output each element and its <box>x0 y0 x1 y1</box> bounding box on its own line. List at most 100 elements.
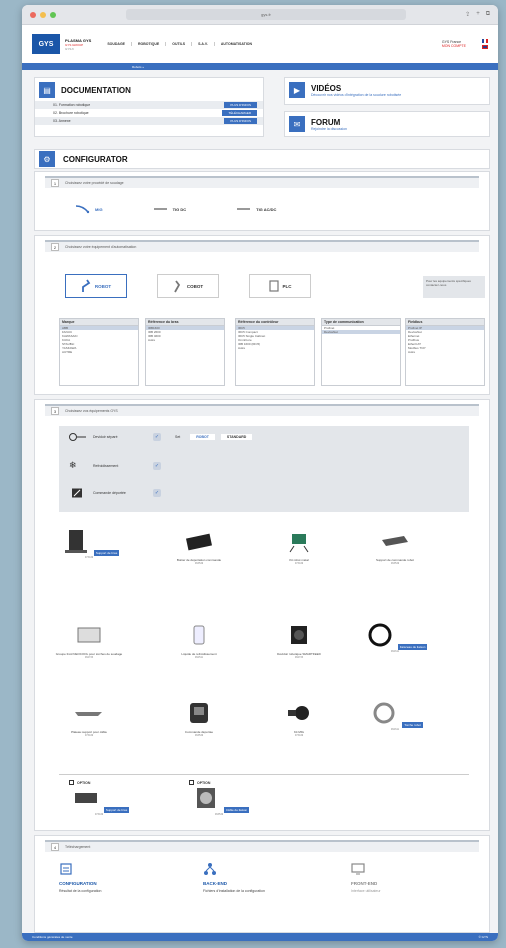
option-plc-button[interactable]: PLC <box>249 274 311 298</box>
process-label: TIG AC/DC <box>256 206 277 212</box>
download-title: CONFIGURATION <box>59 881 97 886</box>
chat-icon: ✉ <box>289 116 305 132</box>
kit-icon <box>289 534 309 553</box>
minimize-window-button[interactable] <box>40 11 46 18</box>
step4-bar: 4 Téléchargement <box>45 840 479 852</box>
uk-flag-icon[interactable] <box>482 45 488 49</box>
account-link[interactable]: MON COMPTE <box>442 44 466 48</box>
product-card[interactable]: Liquide de refroidissement 062511 <box>159 622 239 659</box>
download-back-end[interactable]: BACK-END Fichiers d'installation de la c… <box>203 862 333 893</box>
product-card[interactable]: Groupe froid NEOCOOL pour torches de sou… <box>49 622 129 659</box>
footer-link[interactable]: Conditions générales de vente <box>32 935 73 939</box>
plc-icon <box>268 280 279 292</box>
documentation-header: ▤ DOCUMENTATION <box>35 78 263 101</box>
listbox-header: Référence du contrôleur <box>236 319 314 326</box>
nav-item[interactable]: AUTOMATISATION <box>221 42 258 46</box>
step-number: 3 <box>51 407 59 415</box>
product-card[interactable]: Torche robot 062611 <box>355 700 435 731</box>
option-cobot-button[interactable]: COBOT <box>157 274 219 298</box>
tray-icon <box>75 712 102 716</box>
doc-action-button[interactable]: TÉLÉCHARGER <box>222 110 257 116</box>
maximize-window-button[interactable] <box>50 11 56 18</box>
doc-action-button[interactable]: PLUS D'INFOS <box>224 102 257 108</box>
download-desc: Résultat de la configuration <box>59 889 102 893</box>
option-label: Devidoir séparé <box>93 435 118 439</box>
communication-listbox[interactable]: Type de communication Profinet DeviceNet <box>321 318 401 386</box>
doc-row: 02. Brochure robotique TÉLÉCHARGER <box>35 109 263 117</box>
nav-item[interactable]: SOUDAGE <box>107 42 133 46</box>
nav-item[interactable]: OUTILS <box>172 42 193 46</box>
product-selected-label[interactable]: Torche robot <box>402 722 423 728</box>
product-card[interactable]: Support de commande robot 063549 <box>355 528 435 565</box>
listbox-header: Marque <box>60 319 138 326</box>
brand-listbox[interactable]: Marque ABB FANUC KAWASAKI KUKA STAUBLI Y… <box>59 318 139 386</box>
videos-link[interactable]: Découvrir nos vidéos d'intégration de la… <box>311 93 401 97</box>
download-front-end[interactable]: FRONT-END Interface utilisateur <box>351 862 481 893</box>
process-mig-button[interactable]: MIG <box>75 204 103 214</box>
product-card[interactable]: Boitier de déportation commande 063549 <box>159 528 239 565</box>
list-item[interactable]: Autre <box>406 350 484 354</box>
tabs-icon[interactable]: ⧉ <box>486 11 490 18</box>
documentation-title: DOCUMENTATION <box>61 85 131 95</box>
arm-listbox[interactable]: Référence du bras IRB1600 IRB 2600 IRB 4… <box>145 318 225 386</box>
share-icon[interactable]: ⇪ <box>465 11 470 18</box>
step3-panel: 3 Choisissez vos équipements GYS Devidoi… <box>34 399 490 831</box>
list-item[interactable]: DeviceNet <box>322 330 400 334</box>
divider <box>59 774 469 775</box>
fieldbus-listbox[interactable]: Fieldbus Profinet IP DeviceNet Ethernet … <box>405 318 485 386</box>
option-card[interactable]: OPTION Câble de liaison 063549 <box>169 780 269 816</box>
gys-logo[interactable]: GYS <box>32 34 60 54</box>
option-row: Devidoir séparé ✓ Set ROBOT STANDARD <box>69 432 469 442</box>
download-desc: Fichiers d'installation de la configurat… <box>203 889 265 893</box>
document-icon: ▤ <box>39 82 55 98</box>
product-card[interactable]: Faisceau de liaison 062611 <box>355 622 435 653</box>
product-selected-label[interactable]: Support de bras <box>103 807 130 813</box>
option-robot-button[interactable]: ROBOT <box>65 274 127 298</box>
product-ref: 062511 <box>194 656 204 659</box>
product-selected-label[interactable]: Faisceau de liaison <box>397 644 428 650</box>
nav-item[interactable]: S.A.V. <box>198 42 215 46</box>
download-configuration[interactable]: CONFIGURATION Résultat de la configurati… <box>59 862 189 893</box>
option-toggle[interactable]: ✓ <box>153 461 161 470</box>
documentation-card: ▤ DOCUMENTATION 01. Formation robotique P… <box>34 77 264 137</box>
address-bar[interactable]: gys.fr <box>126 9 406 20</box>
step-label: Téléchargement <box>65 845 91 849</box>
option-toggle[interactable]: ✓ <box>153 489 161 497</box>
mig-torch-icon <box>75 205 90 214</box>
close-window-button[interactable] <box>30 11 36 18</box>
option-toggle[interactable]: ✓ <box>153 433 161 441</box>
option-card[interactable]: OPTION Support de bras 073449 <box>49 780 149 816</box>
step-number: 1 <box>51 179 59 187</box>
list-item[interactable]: Autre <box>146 338 224 342</box>
product-card[interactable]: Support de bras 073449 <box>49 528 129 559</box>
breadcrumb[interactable]: Robots » <box>132 65 144 69</box>
nav-item[interactable]: ROBOTIQUE <box>138 42 167 46</box>
new-tab-icon[interactable]: + <box>476 11 480 18</box>
doc-action-button[interactable]: PLUS D'INFOS <box>224 118 257 124</box>
controller-listbox[interactable]: Référence du contrôleur IRC5 IRC5 Compac… <box>235 318 315 386</box>
fr-flag-icon[interactable] <box>482 39 488 43</box>
process-tig-acdc-button[interactable]: TIG AC/DC <box>236 204 276 214</box>
liquid-icon <box>193 625 205 645</box>
process-tig-dc-button[interactable]: TIG DC <box>153 204 186 214</box>
product-card[interactable]: Plateau support pour câble 073449 <box>49 700 129 737</box>
product-card[interactable]: Dévidoir robotique SMARTFEED 062733 <box>259 622 339 659</box>
brand-line3: GYS.fr <box>65 46 75 51</box>
product-card[interactable]: Kit MIG 073449 <box>259 700 339 737</box>
set-standard-button[interactable]: STANDARD <box>220 434 253 440</box>
set-robot-button[interactable]: ROBOT <box>190 434 215 440</box>
forum-link[interactable]: Rejoindre la discussion <box>311 127 347 131</box>
configurator-icon: ⚙ <box>39 151 55 167</box>
product-selected-label[interactable]: Support de bras <box>93 550 120 556</box>
account-block[interactable]: GYS France MON COMPTE <box>442 40 466 48</box>
list-item[interactable]: AUTRE <box>60 350 138 354</box>
step2-bar: 2 Choisissez votre équipement d'automati… <box>45 240 479 252</box>
product-selected-label[interactable]: Câble de liaison <box>223 807 250 813</box>
case-icon <box>186 533 212 551</box>
product-card[interactable]: Commande déportée 063549 <box>159 700 239 737</box>
list-item[interactable]: Autre <box>236 346 314 350</box>
network-icon <box>204 863 216 875</box>
step-number: 4 <box>51 843 59 851</box>
product-card[interactable]: Kit robot métal 073449 <box>259 528 339 565</box>
option-row: Commande déportée ✓ <box>69 488 161 498</box>
